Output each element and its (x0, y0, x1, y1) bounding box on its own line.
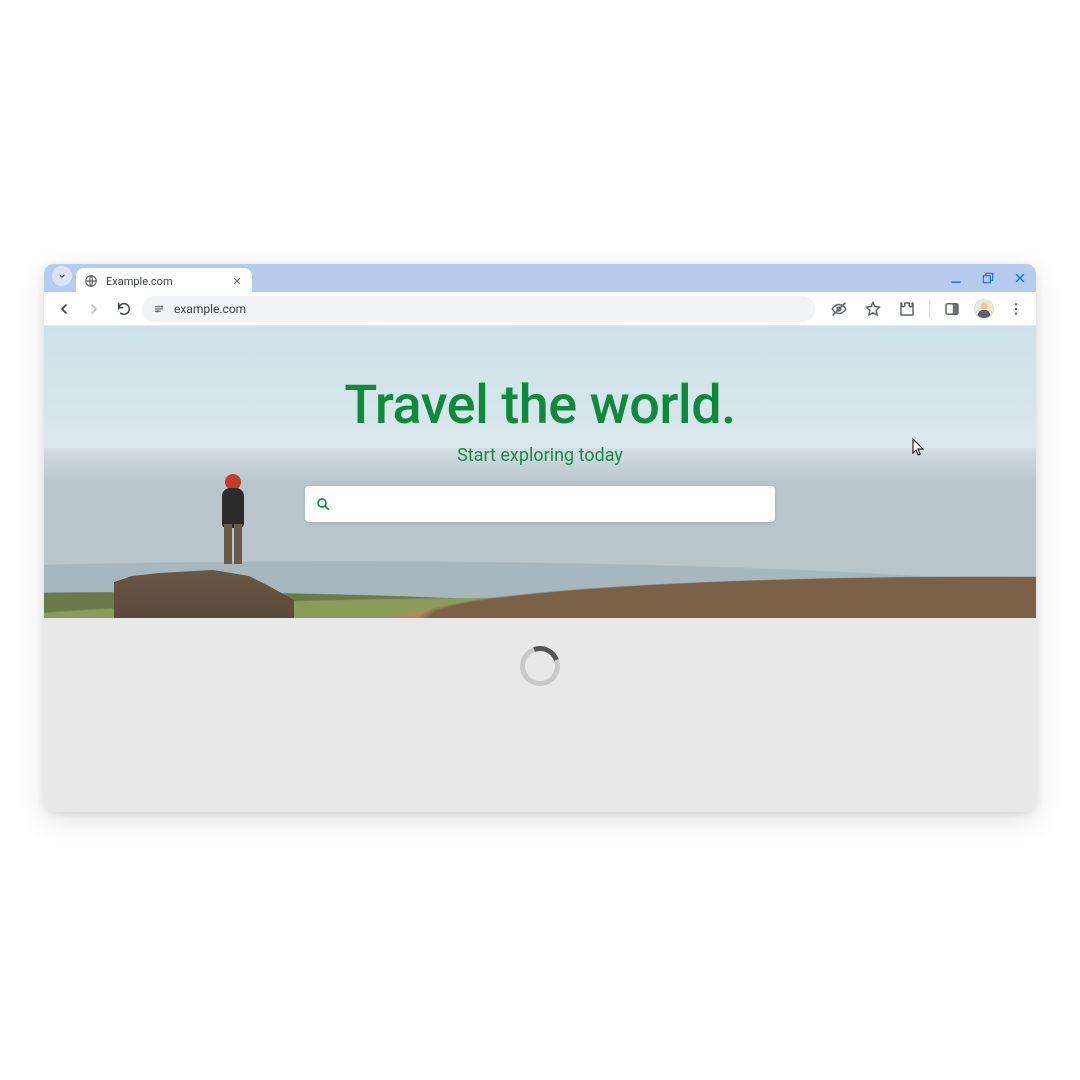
sidepanel-button[interactable] (940, 297, 964, 321)
arrow-right-icon (86, 301, 102, 317)
hero-banner: Travel the world. Start exploring today (44, 326, 1036, 618)
hero-subtitle: Start exploring today (44, 445, 1036, 466)
puzzle-icon (898, 300, 916, 318)
mouse-cursor (912, 438, 926, 458)
page-content: Travel the world. Start exploring today (44, 326, 1036, 812)
browser-toolbar (44, 292, 1036, 326)
extensions-button[interactable] (895, 297, 919, 321)
toolbar-actions (821, 297, 1028, 321)
page-body (44, 618, 1036, 812)
tab-close-button[interactable] (230, 274, 244, 288)
reload-button[interactable] (112, 297, 136, 321)
hero-cliff-graphic (114, 558, 294, 618)
more-vert-icon (1008, 301, 1024, 317)
incognito-indicator[interactable] (827, 297, 851, 321)
address-bar[interactable] (142, 296, 815, 322)
minimize-icon (949, 271, 963, 285)
globe-icon (84, 274, 98, 288)
hero-search-bar[interactable] (305, 486, 775, 522)
menu-button[interactable] (1004, 297, 1028, 321)
close-icon (1013, 271, 1027, 285)
site-settings-icon (152, 302, 166, 316)
eye-off-icon (830, 300, 848, 318)
browser-tab[interactable]: Example.com (76, 268, 252, 294)
browser-window: Example.com (44, 264, 1036, 812)
arrow-left-icon (56, 301, 72, 317)
close-window-button[interactable] (1012, 270, 1028, 286)
toolbar-divider (929, 300, 930, 318)
tab-search-dropdown[interactable] (52, 266, 72, 286)
back-button[interactable] (52, 297, 76, 321)
window-controls (948, 264, 1028, 292)
close-icon (232, 276, 242, 286)
profile-avatar[interactable] (974, 299, 994, 319)
chevron-down-icon (57, 271, 67, 281)
sidepanel-icon (943, 300, 961, 318)
reload-icon (116, 301, 132, 317)
loading-spinner (513, 639, 566, 692)
star-icon (864, 300, 882, 318)
restore-icon (981, 271, 995, 285)
forward-button[interactable] (82, 297, 106, 321)
hero-title: Travel the world. (44, 374, 1036, 437)
restore-button[interactable] (980, 270, 996, 286)
tab-strip: Example.com (44, 264, 1036, 292)
bookmark-button[interactable] (861, 297, 885, 321)
tab-title: Example.com (106, 275, 222, 288)
search-icon (315, 496, 331, 512)
hero-search-input[interactable] (341, 486, 765, 522)
url-input[interactable] (174, 302, 805, 316)
minimize-button[interactable] (948, 270, 964, 286)
